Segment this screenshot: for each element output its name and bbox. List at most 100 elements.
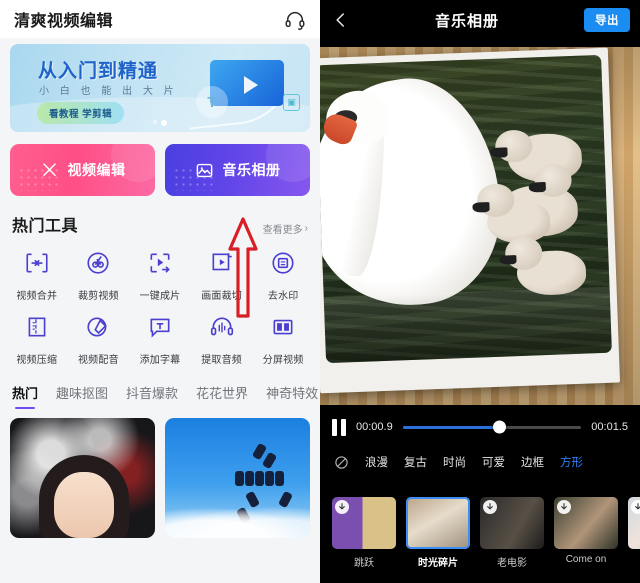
progress-fill — [402, 425, 500, 429]
video-edit-button[interactable]: 视频编辑 — [10, 144, 155, 196]
decor-kite — [244, 470, 254, 486]
template-preview[interactable] — [628, 497, 640, 549]
tool-label: 提取音频 — [201, 355, 242, 366]
tool-label: 添加字幕 — [139, 355, 181, 366]
back-chevron-icon[interactable] — [332, 11, 350, 29]
app-header: 清爽视频编辑 — [0, 0, 320, 38]
effect-tab-cute[interactable]: 可爱 — [482, 454, 505, 470]
tool-trim-video[interactable]: 裁剪视频 — [68, 250, 130, 302]
music-album-label: 音乐相册 — [222, 162, 281, 178]
editor-header: 音乐相册 导出 — [320, 0, 640, 40]
no-effect-icon[interactable] — [334, 455, 349, 470]
cygnet-beak — [471, 202, 490, 213]
total-time: 00:01.5 — [591, 421, 628, 433]
play-icon — [244, 76, 258, 94]
template-label: 跳跃 — [354, 558, 374, 569]
template-item[interactable]: Colourf — [628, 497, 640, 569]
tools-section-title: 热门工具 — [12, 218, 79, 235]
chevron-right-icon: › — [304, 223, 308, 234]
export-button[interactable]: 导出 — [583, 8, 630, 32]
download-icon[interactable] — [483, 500, 497, 514]
template-label: Come on — [565, 554, 607, 565]
tool-one-click-movie[interactable]: 一键成片 — [129, 250, 191, 302]
template-label: Colourf — [628, 554, 640, 565]
template-thumbnails: 跳跃 时光碎片 老电影 Come on — [320, 497, 640, 569]
tool-merge-video[interactable]: 视频合并 — [6, 250, 68, 302]
template-item[interactable]: 老电影 — [480, 497, 544, 569]
progress-slider[interactable] — [402, 420, 582, 434]
download-icon[interactable] — [335, 500, 349, 514]
subtitle-icon — [147, 314, 173, 345]
decor-face — [53, 472, 115, 538]
preview-stage[interactable] — [320, 47, 640, 405]
dubbing-icon — [85, 314, 111, 345]
tab-douyin-hits[interactable]: 抖音爆款 — [126, 383, 178, 409]
effect-tab-retro[interactable]: 复古 — [404, 454, 427, 470]
content-tabs: 热门 趣味抠图 抖音爆款 花花世界 神奇特效 — [0, 376, 320, 410]
tool-label: 一键成片 — [139, 291, 181, 302]
text-tool-icon: T — [196, 86, 228, 118]
editor-title: 音乐相册 — [434, 12, 499, 30]
tab-fun-cutout[interactable]: 趣味抠图 — [56, 383, 108, 409]
effect-tab-romantic[interactable]: 浪漫 — [365, 454, 388, 470]
watermark-icon — [270, 250, 296, 281]
banner-dot-active[interactable] — [161, 120, 167, 126]
page-title: 清爽视频编辑 — [14, 13, 114, 30]
content-card-sky[interactable] — [165, 418, 310, 538]
crop-icon: ▣ — [283, 94, 300, 111]
template-item[interactable]: 跳跃 — [332, 497, 396, 569]
promo-banner[interactable]: T ▣ 从入门到精通 小 白 也 能 出 大 片 看教程 学剪辑 — [10, 44, 310, 132]
effect-tab-square[interactable]: 方形 — [560, 454, 583, 470]
water-reflection — [323, 287, 612, 364]
banner-title: 从入门到精通 — [38, 61, 159, 82]
pause-icon[interactable] — [332, 418, 346, 436]
view-more-link[interactable]: 查看更多 › — [263, 221, 308, 236]
template-label: 时光碎片 — [418, 558, 458, 569]
progress-knob[interactable] — [492, 420, 506, 434]
view-more-label: 查看更多 — [262, 225, 303, 236]
template-item[interactable]: Come on — [554, 497, 618, 569]
cygnet-beak — [499, 254, 518, 265]
tool-label: 视频合并 — [16, 291, 58, 302]
timeline-row: 00:00.9 00:01.5 — [332, 412, 628, 442]
template-preview[interactable] — [332, 497, 396, 549]
photo-icon — [195, 161, 214, 180]
annotation-arrow-icon — [228, 217, 258, 318]
tool-dubbing[interactable]: 视频配音 — [68, 314, 130, 366]
decor-kite — [275, 470, 285, 486]
trim-icon — [85, 250, 111, 281]
template-preview[interactable] — [480, 497, 544, 549]
one-click-icon — [147, 250, 173, 281]
effect-tab-border[interactable]: 边框 — [521, 454, 544, 470]
tool-split-screen[interactable]: 分屏视频 — [252, 314, 314, 366]
tool-add-subtitle[interactable]: 添加字幕 — [129, 314, 191, 366]
content-card-smoke[interactable] — [10, 418, 155, 538]
tool-remove-watermark[interactable]: 去水印 — [252, 250, 314, 302]
tab-flower-world[interactable]: 花花世界 — [196, 383, 248, 409]
template-label: 老电影 — [497, 558, 527, 569]
tool-label: 裁剪视频 — [77, 291, 119, 302]
decor-clouds — [165, 506, 310, 538]
effect-tab-fashion[interactable]: 时尚 — [443, 454, 466, 470]
cygnet-beak — [528, 182, 546, 193]
right-editor-pane: 音乐相册 导出 00:00.9 00:01.5 浪漫 复古 时尚 可爱 边框 方… — [320, 0, 640, 583]
download-icon[interactable] — [631, 500, 640, 514]
tool-label: 分屏视频 — [262, 355, 304, 366]
banner-dot[interactable] — [153, 120, 157, 124]
tool-label: 视频压缩 — [16, 355, 58, 366]
tab-hot[interactable]: 热门 — [12, 383, 38, 409]
template-item-selected[interactable]: 时光碎片 — [406, 497, 470, 569]
music-album-button[interactable]: 音乐相册 — [165, 144, 310, 196]
template-preview[interactable] — [554, 497, 618, 549]
player-controls: 00:00.9 00:01.5 浪漫 复古 时尚 可爱 边框 方形 — [320, 412, 640, 470]
decor-kite — [254, 470, 264, 486]
download-icon[interactable] — [557, 500, 571, 514]
tool-extract-audio[interactable]: 提取音频 — [191, 314, 253, 366]
template-preview[interactable] — [406, 497, 470, 549]
headset-icon[interactable] — [284, 9, 306, 30]
tool-label: 去水印 — [267, 291, 299, 302]
tab-magic-effects[interactable]: 神奇特效 — [266, 383, 318, 409]
banner-cta-pill[interactable]: 看教程 学剪辑 — [37, 102, 125, 124]
cygnet-beak — [489, 147, 508, 158]
tool-compress-video[interactable]: 视频压缩 — [6, 314, 68, 366]
